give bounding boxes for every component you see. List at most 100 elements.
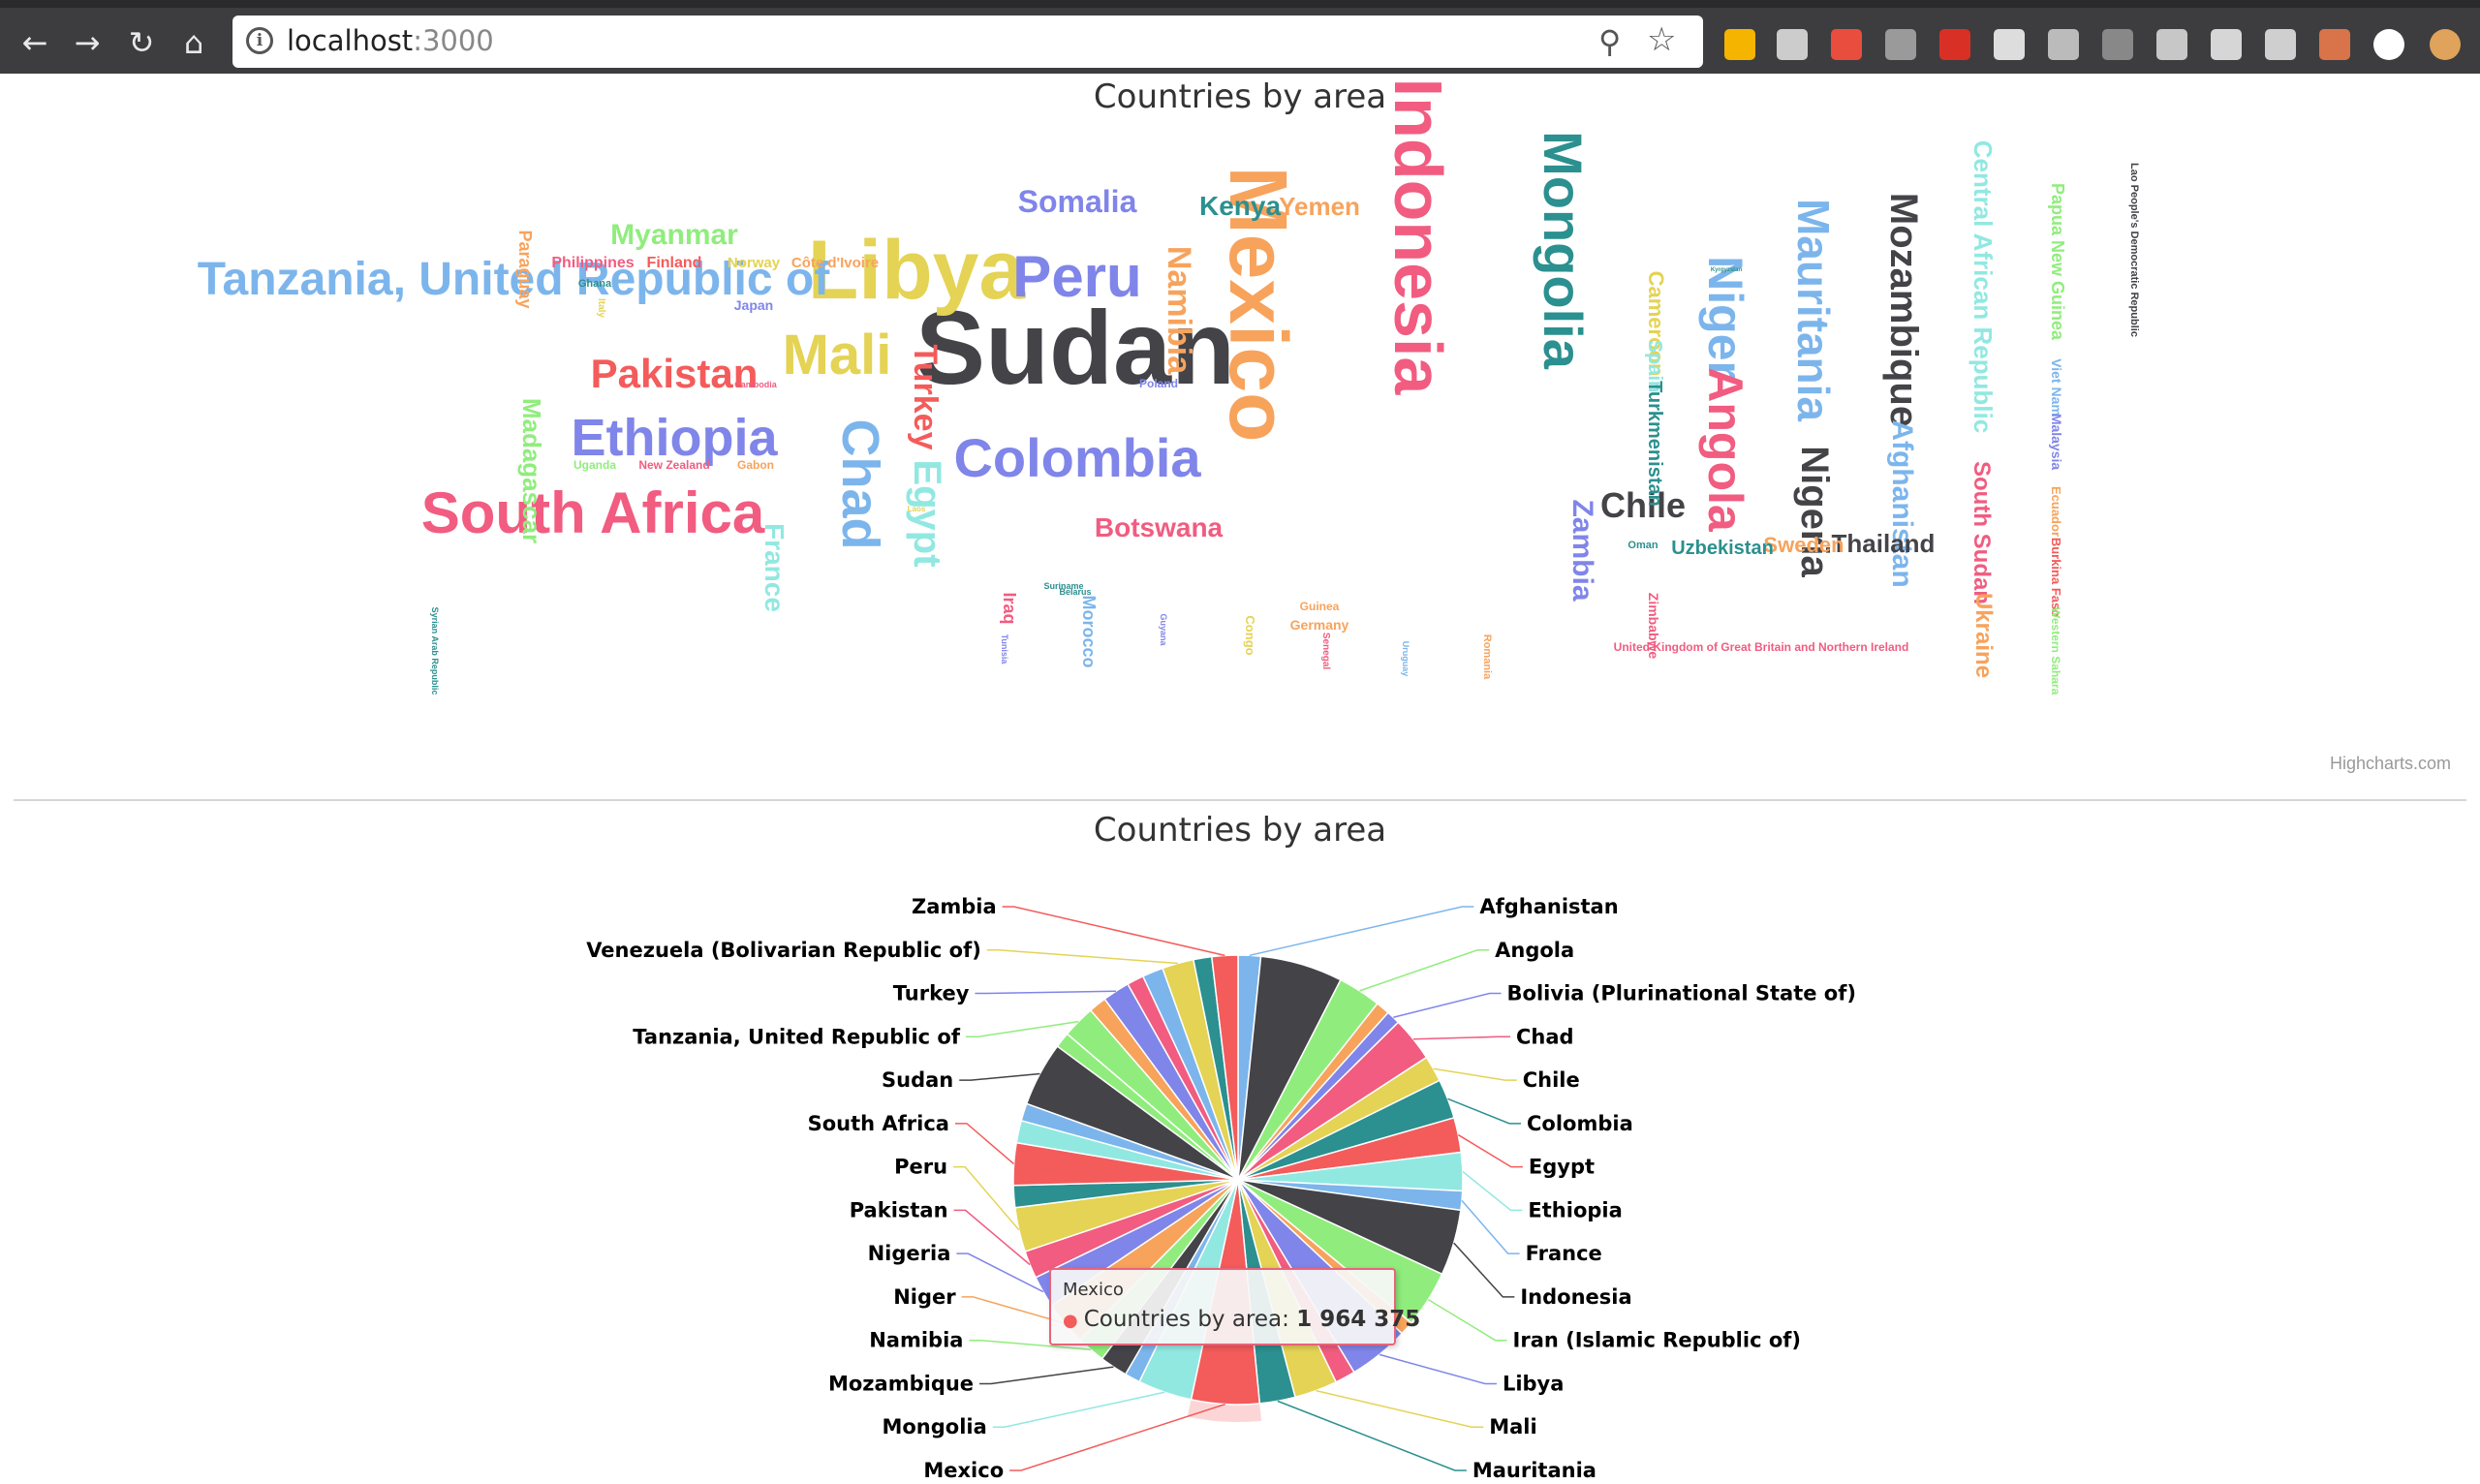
screen-capture-icon[interactable] — [2048, 29, 2079, 60]
pie-data-label[interactable]: Mongolia — [882, 1415, 986, 1438]
pie-data-label[interactable]: Angola — [1495, 939, 1574, 962]
cloud-word[interactable]: Uganda — [574, 458, 616, 472]
cloud-word[interactable]: Nigeria — [1793, 446, 1836, 577]
pie-data-label[interactable]: Libya — [1503, 1372, 1564, 1395]
cloud-word[interactable]: South Sudan — [1968, 461, 1995, 604]
cloud-word[interactable]: Central African Republic — [1968, 140, 1998, 433]
cloud-word[interactable]: Thailand — [1832, 529, 1936, 558]
cloud-word[interactable]: Western Sahara — [2049, 607, 2062, 696]
cloud-word[interactable]: Somalia — [1018, 184, 1137, 219]
pie-data-label[interactable]: Egypt — [1529, 1156, 1595, 1179]
pie-data-label[interactable]: France — [1526, 1242, 1602, 1265]
cloud-word[interactable]: Philippines — [551, 255, 634, 271]
cloud-word[interactable]: Sweden — [1763, 533, 1844, 557]
pie-data-label[interactable]: Indonesia — [1520, 1285, 1631, 1309]
cloud-word[interactable]: Chile — [1600, 485, 1686, 525]
cloud-word[interactable]: New Zealand — [638, 458, 709, 472]
drive-icon[interactable] — [2156, 29, 2187, 60]
cloud-word[interactable]: Niger — [1698, 256, 1752, 380]
circle-extension-icon[interactable] — [2373, 29, 2404, 60]
ad-extension-icon[interactable] — [1777, 29, 1808, 60]
cast-icon[interactable] — [2102, 29, 2133, 60]
bookmark-star-icon[interactable]: ☆ — [1647, 21, 1676, 58]
cloud-word[interactable]: Germany — [1290, 617, 1349, 633]
cloud-word[interactable]: Finland — [647, 255, 702, 271]
cloud-word[interactable]: Namibia — [1161, 246, 1197, 375]
back-arrow-icon[interactable]: ← — [16, 23, 54, 62]
gear-icon[interactable] — [2265, 29, 2296, 60]
avatar-icon[interactable] — [2430, 29, 2461, 60]
reload-icon[interactable]: ↻ — [122, 23, 161, 62]
pixel-character-icon[interactable] — [2319, 29, 2350, 60]
google-drive-icon[interactable] — [1724, 29, 1755, 60]
cloud-word[interactable]: Chad — [831, 419, 889, 550]
cloud-word[interactable]: Oman — [1628, 540, 1658, 551]
cloud-word[interactable]: Zambia — [1566, 499, 1598, 601]
cloud-word[interactable]: Romania — [1481, 634, 1493, 680]
cloud-word[interactable]: Cambodia — [734, 380, 778, 389]
cloud-word[interactable]: Morocco — [1079, 595, 1099, 667]
cloud-word[interactable]: Lao People's Democratic Republic — [2128, 163, 2140, 337]
pie-data-label[interactable]: Pakistan — [850, 1198, 948, 1221]
zoom-icon[interactable]: ⚲ — [1598, 23, 1621, 60]
cloud-word[interactable]: Poland — [1139, 377, 1178, 390]
pie-data-label[interactable]: Peru — [894, 1156, 947, 1179]
home-icon[interactable]: ⌂ — [174, 23, 213, 62]
cloud-word[interactable]: Peru — [1012, 244, 1141, 309]
cloud-word[interactable]: Viet Nam — [2049, 358, 2064, 417]
cloud-word[interactable]: Côte d'Ivoire — [791, 255, 879, 271]
forward-arrow-icon[interactable]: → — [68, 23, 107, 62]
cloud-word[interactable]: Egypt — [906, 459, 948, 567]
cloud-word[interactable]: Mongolia — [1533, 131, 1594, 370]
cloud-word[interactable]: Burkina Faso — [2049, 538, 2063, 617]
highcharts-credits-link[interactable]: Highcharts.com — [2330, 754, 2451, 774]
site-info-icon[interactable]: i — [246, 27, 273, 54]
pie-data-label[interactable]: Colombia — [1527, 1112, 1633, 1135]
cloud-word[interactable]: Madagascar — [517, 398, 546, 543]
cloud-word[interactable]: Uruguay — [1401, 641, 1410, 677]
url-text[interactable]: localhost:3000 — [287, 24, 494, 57]
cloud-word[interactable]: Yemen — [1279, 192, 1360, 221]
cloud-word[interactable]: Botswana — [1095, 512, 1224, 542]
pie-data-label[interactable]: Chile — [1523, 1068, 1580, 1092]
grid-icon[interactable] — [2211, 29, 2242, 60]
cloud-word[interactable]: Turkey — [907, 345, 944, 450]
cloud-word[interactable]: Indonesia — [1380, 78, 1456, 396]
cloud-word[interactable]: Afghanistan — [1886, 419, 1918, 587]
lastpass-icon[interactable] — [1939, 29, 1970, 60]
cloud-word[interactable]: Norway — [728, 255, 781, 271]
pie-data-label[interactable]: Bolivia (Plurinational State of) — [1507, 982, 1856, 1005]
pie-data-label[interactable]: Turkey — [893, 982, 970, 1005]
cloud-word[interactable]: Myanmar — [610, 219, 738, 251]
cloud-word[interactable]: Kenya — [1199, 191, 1281, 221]
pie-data-label[interactable]: Sudan — [882, 1068, 953, 1092]
cloud-word[interactable]: Ghana — [578, 278, 612, 290]
cloud-word[interactable]: Syrian Arab Republic — [430, 607, 440, 696]
cloud-word[interactable]: Tunisia — [1000, 634, 1009, 665]
pie-data-label[interactable]: Nigeria — [868, 1242, 951, 1265]
cloud-word[interactable]: Guyana — [1159, 613, 1168, 646]
cloud-word[interactable]: Guinea — [1300, 600, 1340, 613]
pie-data-label[interactable]: South Africa — [808, 1112, 949, 1135]
document-icon[interactable] — [1994, 29, 2025, 60]
cloud-word[interactable]: Malaysia — [2049, 414, 2064, 471]
cloud-word[interactable]: Mali — [783, 324, 892, 386]
cloud-word[interactable]: Colombia — [953, 427, 1201, 488]
cloud-word[interactable]: Belarus — [1059, 587, 1091, 597]
cloud-word[interactable]: South Africa — [421, 480, 765, 545]
pie-data-label[interactable]: Namibia — [869, 1329, 963, 1352]
cloud-word[interactable]: Japan — [734, 297, 773, 313]
address-bar[interactable]: i localhost:3000 ⚲ ☆ — [232, 15, 1703, 68]
cloud-word[interactable]: Angola — [1698, 367, 1752, 533]
pie-data-label[interactable]: Mali — [1489, 1415, 1536, 1438]
cloud-word[interactable]: Gabon — [737, 458, 774, 472]
cloud-word[interactable]: Pakistan — [591, 351, 759, 396]
pie-data-label[interactable]: Mexico — [923, 1459, 1004, 1482]
pie-data-label[interactable]: Venezuela (Bolivarian Republic of) — [586, 939, 981, 962]
cloud-word[interactable]: Ukraine — [1970, 593, 1997, 678]
ublock-shield-icon[interactable] — [1885, 29, 1916, 60]
cloud-word[interactable]: Laos — [908, 505, 926, 513]
cloud-word[interactable]: Uzbekistan — [1671, 538, 1774, 559]
pie-data-label[interactable]: Mauritania — [1472, 1459, 1596, 1482]
pie-data-label[interactable]: Iran (Islamic Republic of) — [1513, 1329, 1801, 1352]
